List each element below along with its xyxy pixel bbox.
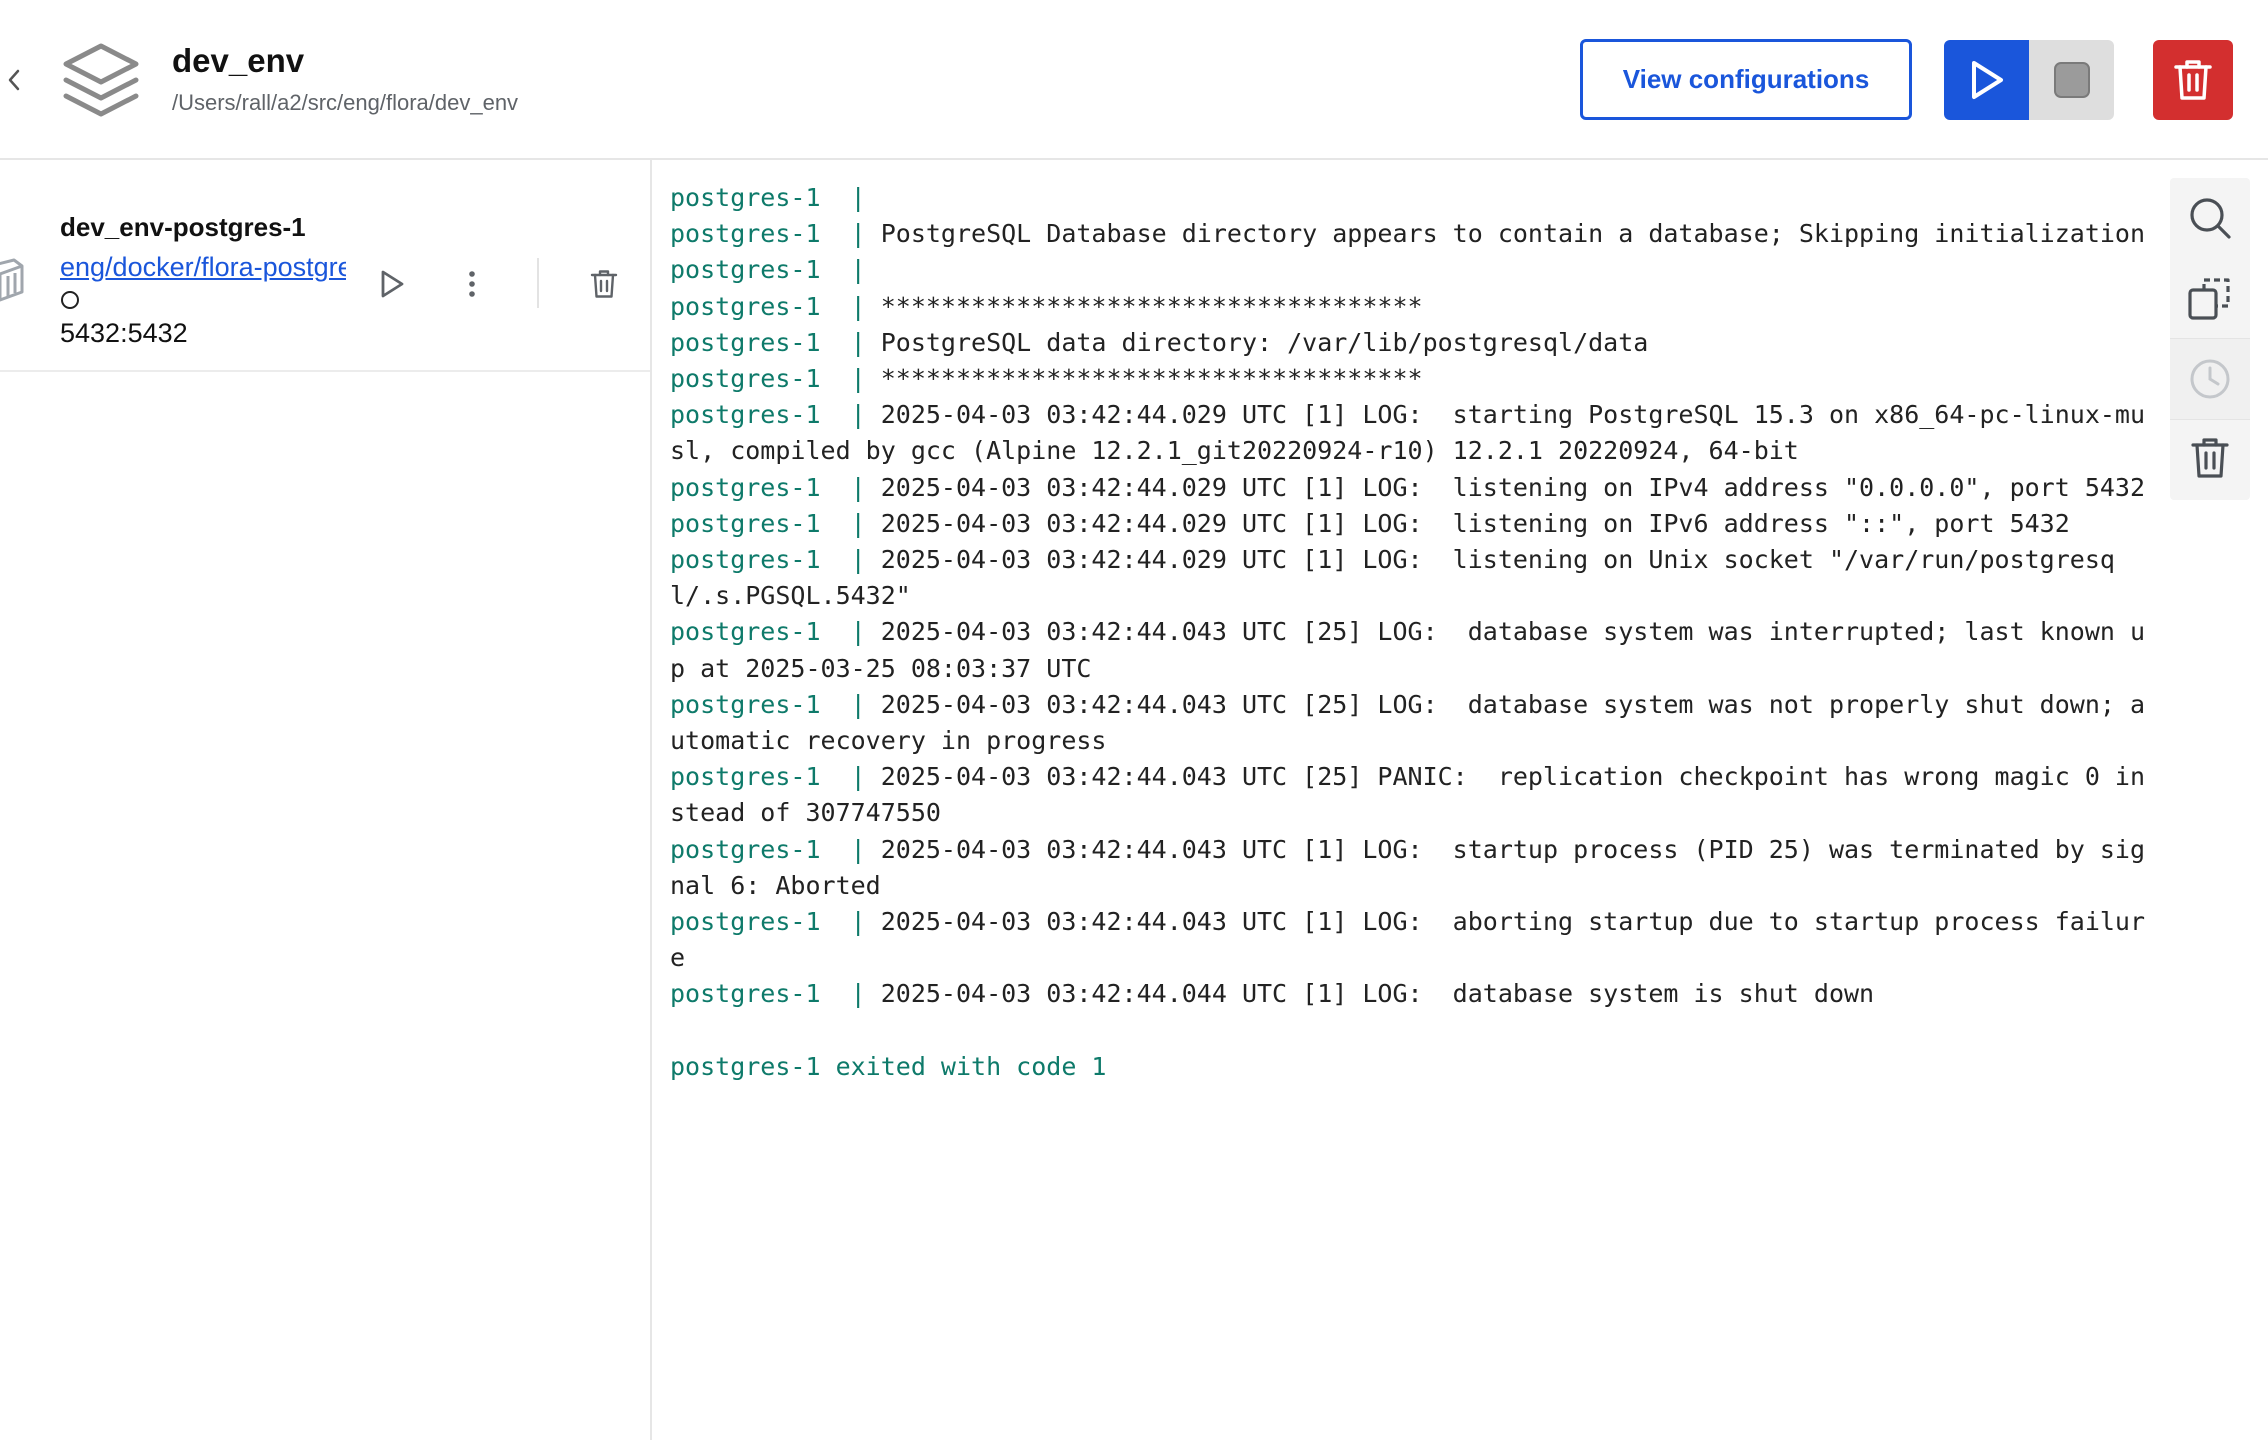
- log-line-text: 2025-04-03 03:42:44.043 UTC [1] LOG: sta…: [670, 834, 2146, 900]
- log-line-text: 2025-04-03 03:42:44.044 UTC [1] LOG: dat…: [880, 979, 1875, 1009]
- container-image-link[interactable]: eng/docker/flora-postgres: [60, 252, 346, 283]
- log-line-text: 2025-04-03 03:42:44.029 UTC [1] LOG: lis…: [880, 508, 2070, 538]
- log-line-prefix: postgres-1 |: [670, 979, 881, 1009]
- log-line: postgres-1 | ***************************…: [670, 361, 2150, 397]
- container-delete-button[interactable]: [584, 262, 624, 306]
- log-line: postgres-1 | 2025-04-03 03:42:44.043 UTC…: [670, 759, 2150, 831]
- copy-icon: [2188, 278, 2230, 320]
- log-line-prefix: postgres-1 |: [670, 545, 881, 575]
- trash-icon: [590, 270, 618, 298]
- log-line: postgres-1 | 2025-04-03 03:42:44.043 UTC…: [670, 614, 2150, 686]
- log-line: postgres-1 | ***************************…: [670, 289, 2150, 325]
- log-line: postgres-1 | 2025-04-03 03:42:44.029 UTC…: [670, 470, 2150, 506]
- log-line-prefix: postgres-1 |: [670, 762, 881, 792]
- trash-icon: [2174, 60, 2212, 100]
- container-cube-icon: [0, 258, 24, 302]
- log-line-prefix: postgres-1 |: [670, 255, 881, 285]
- log-line-text: 2025-04-03 03:42:44.043 UTC [25] LOG: da…: [670, 617, 2146, 683]
- search-icon: [2190, 198, 2231, 239]
- log-line-prefix: postgres-1 |: [670, 617, 881, 647]
- log-panel: postgres-1 | postgres-1 | PostgreSQL Dat…: [652, 160, 2264, 1440]
- log-line-prefix: postgres-1 |: [670, 364, 881, 394]
- log-line-text: ************************************: [880, 364, 1423, 394]
- start-button[interactable]: [1944, 40, 2029, 120]
- container-row[interactable]: dev_env-postgres-1 eng/docker/flora-post…: [0, 160, 650, 372]
- log-line-prefix: postgres-1 |: [670, 327, 881, 357]
- log-line: postgres-1 |: [670, 252, 2150, 288]
- log-line: postgres-1 | 2025-04-03 03:42:44.043 UTC…: [670, 687, 2150, 759]
- log-line-prefix: postgres-1 |: [670, 291, 881, 321]
- log-line-prefix: postgres-1 |: [670, 689, 881, 719]
- container-start-button[interactable]: [372, 262, 412, 306]
- log-line: postgres-1 | 2025-04-03 03:42:44.043 UTC…: [670, 832, 2150, 904]
- log-line-text: PostgreSQL Database directory appears to…: [880, 219, 2146, 249]
- log-line-text: 2025-04-03 03:42:44.029 UTC [1] LOG: lis…: [670, 545, 2115, 611]
- more-vertical-icon: [469, 271, 475, 297]
- log-line: postgres-1 | 2025-04-03 03:42:44.029 UTC…: [670, 397, 2150, 469]
- log-line-prefix: postgres-1 |: [670, 907, 881, 937]
- project-path: /Users/rall/a2/src/eng/flora/dev_env: [172, 90, 519, 115]
- timestamps-button: [2170, 338, 2250, 420]
- container-more-button[interactable]: [454, 262, 490, 306]
- log-line-text: 2025-04-03 03:42:44.029 UTC [1] LOG: lis…: [880, 472, 2146, 502]
- log-line-text: 2025-04-03 03:42:44.029 UTC [1] LOG: sta…: [670, 400, 2146, 466]
- log-output[interactable]: postgres-1 | postgres-1 | PostgreSQL Dat…: [670, 180, 2150, 1085]
- stop-button[interactable]: [2029, 40, 2114, 120]
- log-line-prefix: postgres-1 |: [670, 834, 881, 864]
- trash-icon: [2191, 438, 2229, 478]
- container-name: dev_env-postgres-1: [60, 212, 306, 242]
- log-line: postgres-1 | 2025-04-03 03:42:44.044 UTC…: [670, 976, 2150, 1012]
- stop-icon: [2053, 62, 2090, 98]
- log-line-text: 2025-04-03 03:42:44.043 UTC [25] LOG: da…: [670, 689, 2146, 756]
- divider: [537, 258, 539, 308]
- delete-project-button[interactable]: [2153, 40, 2233, 120]
- layers-icon: [63, 43, 139, 117]
- log-line-text: ************************************: [880, 291, 1423, 321]
- search-logs-button[interactable]: [2170, 178, 2250, 258]
- log-line-prefix: postgres-1 |: [670, 472, 881, 502]
- page-title: dev_env: [172, 42, 305, 79]
- clock-icon: [2190, 359, 2230, 399]
- container-ports: 5432:5432: [60, 318, 188, 348]
- log-blank-line: [670, 1013, 2150, 1049]
- play-icon: [381, 270, 404, 298]
- log-line-prefix: postgres-1 |: [670, 219, 881, 249]
- log-line-text: PostgreSQL data directory: /var/lib/post…: [880, 327, 1649, 357]
- log-exit-message: postgres-1 exited with code 1: [670, 1051, 1107, 1081]
- log-line-prefix: postgres-1 |: [670, 400, 881, 430]
- clear-logs-button[interactable]: [2170, 418, 2250, 498]
- header: dev_env /Users/rall/a2/src/eng/flora/dev…: [0, 0, 2268, 160]
- log-line-prefix: postgres-1 |: [670, 183, 881, 212]
- view-configurations-button[interactable]: View configurations: [1580, 39, 1912, 120]
- status-indicator-icon: [61, 291, 79, 309]
- chevron-left-icon: [8, 69, 20, 91]
- log-line: postgres-1 | 2025-04-03 03:42:44.043 UTC…: [670, 904, 2150, 976]
- log-line-prefix: postgres-1 |: [670, 508, 881, 538]
- log-line: postgres-1 | PostgreSQL data directory: …: [670, 325, 2150, 361]
- back-button[interactable]: [0, 62, 28, 98]
- log-line: postgres-1 | PostgreSQL Database directo…: [670, 216, 2150, 252]
- log-line-text: 2025-04-03 03:42:44.043 UTC [25] PANIC: …: [670, 762, 2146, 828]
- play-icon: [1971, 61, 2003, 99]
- log-line: postgres-1 |: [670, 180, 2150, 216]
- log-toolbar: [2170, 178, 2250, 500]
- copy-logs-button[interactable]: [2170, 258, 2250, 338]
- log-line: postgres-1 | 2025-04-03 03:42:44.029 UTC…: [670, 506, 2150, 542]
- log-line-text: 2025-04-03 03:42:44.043 UTC [1] LOG: abo…: [670, 907, 2146, 973]
- log-line: postgres-1 | 2025-04-03 03:42:44.029 UTC…: [670, 542, 2150, 614]
- container-list: dev_env-postgres-1 eng/docker/flora-post…: [0, 160, 652, 1440]
